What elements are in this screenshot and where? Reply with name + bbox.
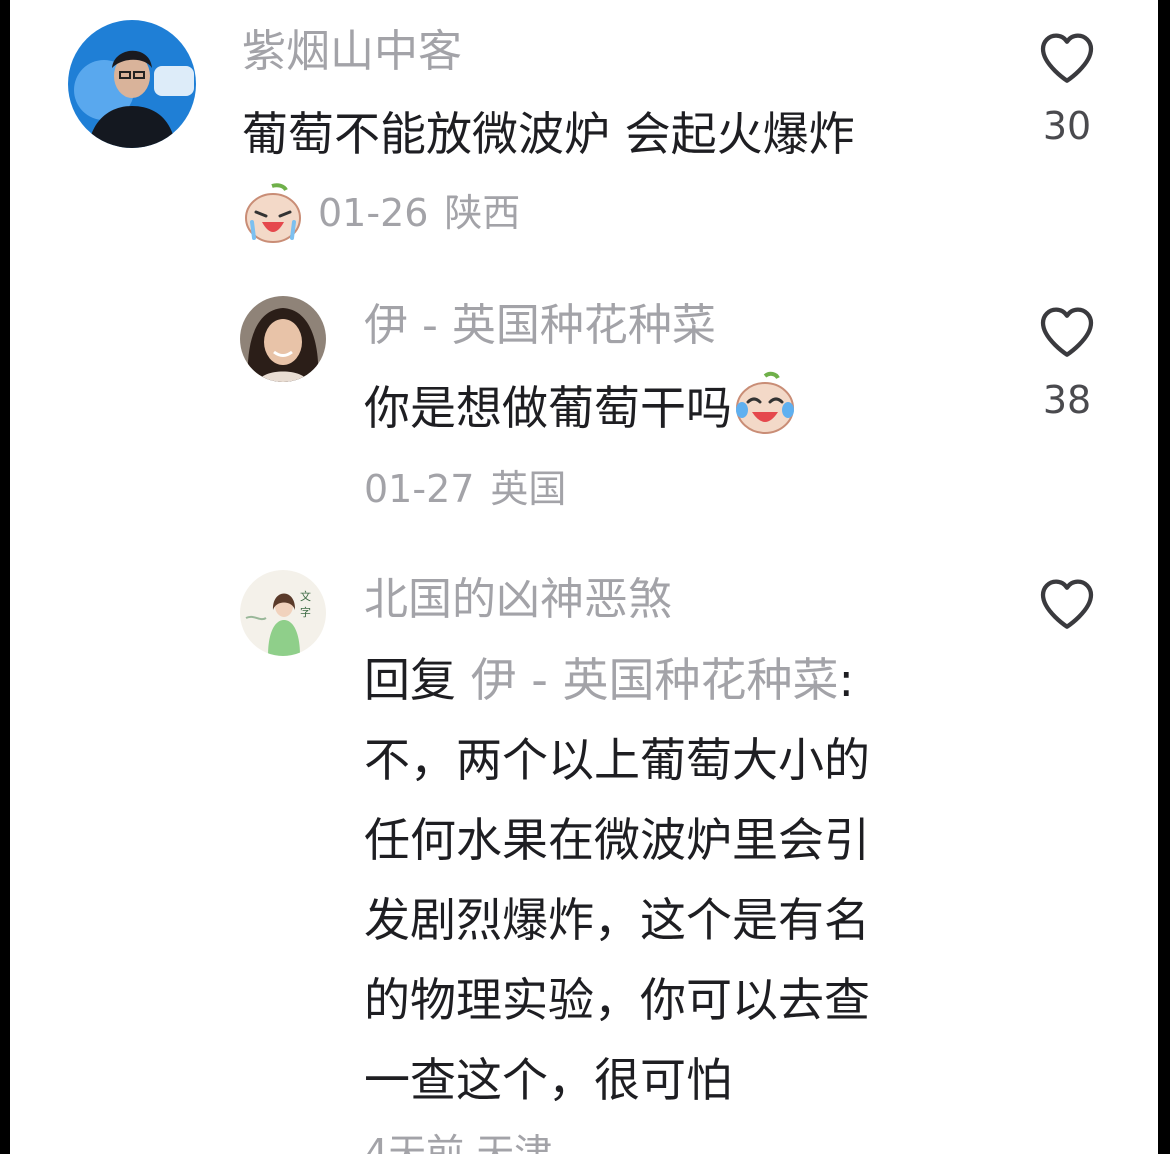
comment-date: 01-27 [364, 467, 475, 511]
illustrated-woman-avatar: 文 字 [240, 570, 326, 656]
comment-username[interactable]: 紫烟山中客 [242, 24, 462, 80]
laughing-tears-emoji [736, 371, 794, 434]
reply-colon: : [838, 653, 854, 707]
like-button[interactable]: 38 [1022, 300, 1112, 422]
comment-text-line: 不，两个以上葡萄大小的 [364, 733, 870, 787]
like-button[interactable]: 30 [1022, 26, 1112, 148]
comment-location: 英国 [490, 467, 567, 511]
comment-text-content: 你是想做葡萄干吗 [364, 381, 732, 435]
comment-meta: 01-26 陕西 [242, 180, 520, 246]
comment-text-line: 一查这个，很可怕 [364, 1053, 732, 1107]
svg-text:文: 文 [300, 589, 311, 603]
heart-icon [1040, 307, 1094, 357]
svg-text:字: 字 [300, 605, 311, 619]
comment-meta: 01-27 英国 [364, 464, 566, 514]
reply-prefix: 回复 [364, 653, 456, 707]
like-button[interactable] [1022, 572, 1112, 636]
comment-list: 紫烟山中客 葡萄不能放微波炉 会起火爆炸 01-26 陕西 30 伊 - 英国种… [10, 0, 1158, 1154]
comment-text-line: 任何水果在微波炉里会引 [364, 813, 870, 867]
avatar[interactable]: 文 字 [240, 570, 326, 656]
man-portrait-avatar [68, 20, 196, 148]
comment-username[interactable]: 北国的凶神恶煞 [364, 572, 672, 628]
like-count: 38 [1042, 378, 1092, 422]
comment-text: 葡萄不能放微波炉 会起火爆炸 [242, 107, 855, 161]
comment-meta-partial: 4天前 天津 [364, 1128, 552, 1154]
avatar[interactable] [68, 20, 196, 148]
comment-date: 4天前 天津 [364, 1131, 553, 1154]
like-count: 30 [1042, 104, 1092, 148]
heart-icon [1040, 33, 1094, 83]
comment-text-line: 发剧烈爆炸，这个是有名 [364, 893, 870, 947]
crying-sticker [245, 183, 301, 243]
avatar[interactable] [240, 296, 326, 382]
woman-portrait-avatar [240, 296, 326, 382]
comment-location: 陕西 [444, 191, 521, 235]
reply-header: 回复 伊 - 英国种花种菜: [364, 640, 964, 720]
heart-icon [1040, 579, 1094, 629]
comment-text: 你是想做葡萄干吗 [364, 368, 798, 448]
comment-text-line: 的物理实验，你可以去查 [364, 973, 870, 1027]
reply-target-username[interactable]: 伊 - 英国种花种菜 [471, 653, 839, 707]
comment-username[interactable]: 伊 - 英国种花种菜 [364, 298, 716, 354]
comment-text: 回复 伊 - 英国种花种菜: 不，两个以上葡萄大小的 任何水果在微波炉里会引 发… [364, 640, 964, 1120]
comment-date: 01-26 [318, 191, 429, 235]
